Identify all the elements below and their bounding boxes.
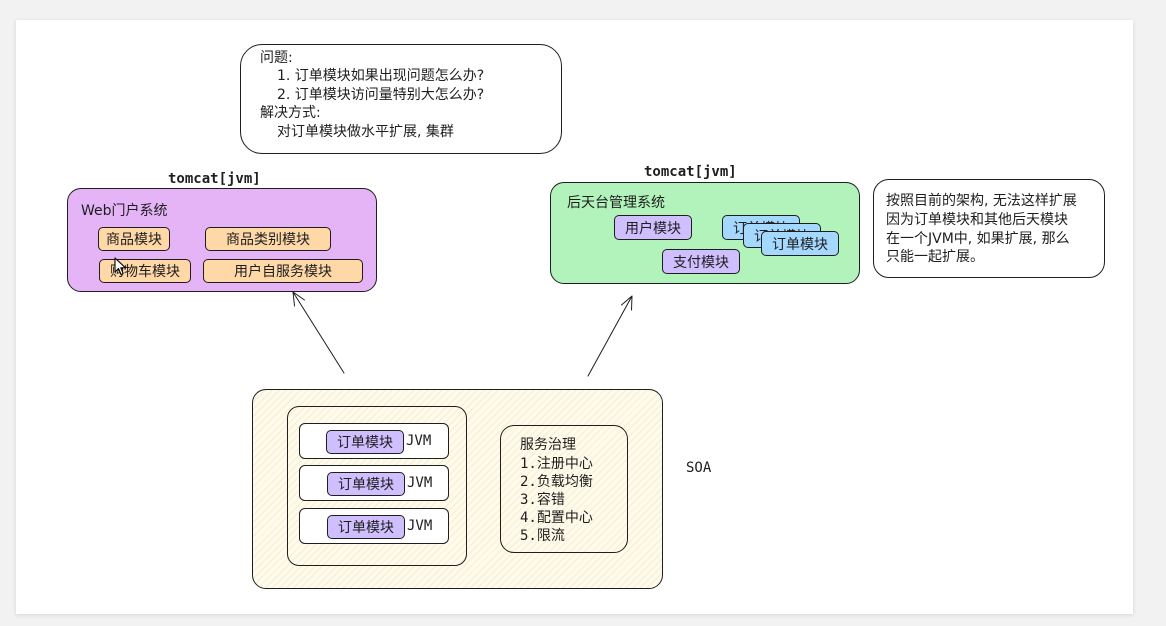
jvm-label: JVM [407,475,433,491]
arrow-to-web-portal [292,291,345,374]
soa-container: 订单模块 JVM 订单模块 JVM 订单模块 JVM 服务治理 1.注册中心 2… [252,389,663,589]
service-governance-title: 服务治理 [520,437,576,453]
order-module-instance: 订单模块 [326,430,404,454]
order-module-instance: 订单模块 [327,472,405,496]
jvm-row: 订单模块 JVM [299,508,449,544]
soa-label: SOA [686,460,712,476]
jvm-cluster-group: 订单模块 JVM 订单模块 JVM 订单模块 JVM [287,406,467,566]
jvm-label: JVM [407,518,433,534]
governance-item: 5.限流 [520,528,565,544]
jvm-row: 订单模块 JVM [299,423,449,459]
service-governance-box: 服务治理 1.注册中心 2.负载均衡 3.容错 4.配置中心 5.限流 [500,425,628,553]
governance-item: 3.容错 [520,492,565,508]
governance-item: 4.配置中心 [520,510,593,526]
arrow-to-backend [587,295,633,377]
jvm-label: JVM [406,433,432,449]
governance-item: 1.注册中心 [520,456,593,472]
order-module-instance: 订单模块 [327,515,405,539]
jvm-row: 订单模块 JVM [299,465,449,501]
governance-item: 2.负载均衡 [520,474,593,490]
